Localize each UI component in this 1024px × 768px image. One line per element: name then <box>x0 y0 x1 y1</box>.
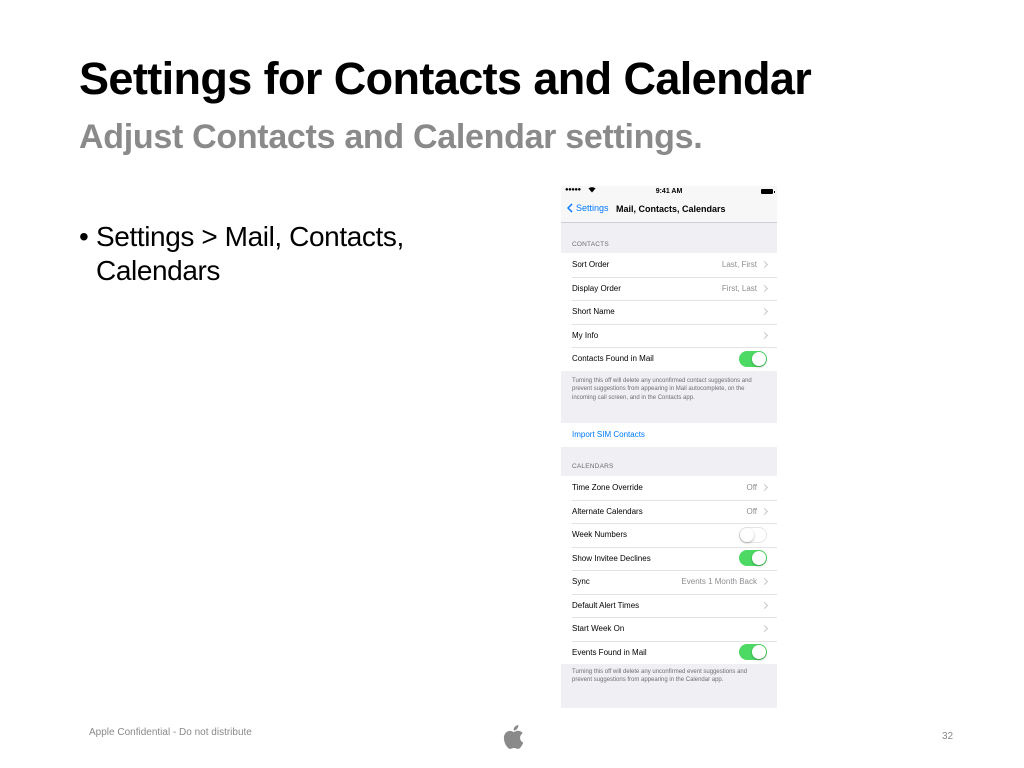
nav-title: Mail, Contacts, Calendars <box>616 204 726 214</box>
row-label: My Info <box>572 330 599 340</box>
bullet-text: Settings > Mail, Contacts, Calendars <box>96 221 404 286</box>
confidential-footer: Apple Confidential - Do not distribute <box>89 727 252 738</box>
bullet-dot: • <box>79 221 89 252</box>
chevron-right-icon <box>760 308 769 316</box>
row-label: Default Alert Times <box>572 600 640 610</box>
row-label: Display Order <box>572 283 621 293</box>
chevron-right-icon <box>760 578 769 586</box>
chevron-right-icon <box>760 625 769 633</box>
slide-subtitle: Adjust Contacts and Calendar settings. <box>79 118 703 156</box>
toggle-knob <box>752 645 766 660</box>
apple-logo-icon <box>503 725 524 749</box>
row-label: Sync <box>572 577 590 587</box>
calendars-group: Time Zone Override Off Alternate Calenda… <box>561 476 777 664</box>
bullet-item: • Settings > Mail, Contacts, Calendars <box>79 220 459 288</box>
row-label: Alternate Calendars <box>572 506 643 516</box>
back-button-label: Settings <box>576 203 609 213</box>
import-group: Import SIM Contacts <box>561 423 777 447</box>
section-header-calendars: CALENDARS <box>572 463 614 470</box>
phone-screenshot: ●●●●● 9:41 AM Settings Mail, Contacts, C… <box>561 186 777 708</box>
chevron-right-icon <box>760 507 769 515</box>
contacts-footnote: Turning this off will delete any unconfi… <box>572 378 752 401</box>
section-header-contacts: CONTACTS <box>572 241 609 248</box>
contacts-group: Sort Order Last, First Display Order Fir… <box>561 253 777 371</box>
events-found-in-mail-toggle[interactable] <box>739 644 767 661</box>
slide-title: Settings for Contacts and Calendar <box>79 53 812 104</box>
toggle-knob <box>740 527 754 542</box>
row-label: Start Week On <box>572 624 625 634</box>
chevron-right-icon <box>760 261 769 269</box>
row-value: Off <box>746 483 757 493</box>
display-order-row[interactable]: Display Order First, Last <box>561 276 777 301</box>
toggle-knob <box>752 551 766 566</box>
show-invitee-declines-row: Show Invitee Declines <box>561 546 777 571</box>
row-label: Time Zone Override <box>572 483 643 493</box>
row-label: Contacts Found in Mail <box>572 354 654 364</box>
events-found-in-mail-row: Events Found in Mail <box>561 640 777 665</box>
week-numbers-row: Week Numbers <box>561 523 777 547</box>
status-time: 9:41 AM <box>655 188 683 195</box>
chevron-right-icon <box>760 331 769 339</box>
chevron-left-icon <box>567 203 573 213</box>
row-label: Week Numbers <box>572 530 627 540</box>
battery-icon <box>761 189 775 194</box>
sort-order-row[interactable]: Sort Order Last, First <box>561 253 777 277</box>
row-value: Last, First <box>721 260 757 270</box>
row-label: Sort Order <box>572 260 610 270</box>
week-numbers-toggle[interactable] <box>739 526 767 543</box>
page-number: 32 <box>942 731 954 742</box>
default-alert-times-row[interactable]: Default Alert Times <box>561 593 777 618</box>
start-week-on-row[interactable]: Start Week On <box>561 617 777 641</box>
chevron-right-icon <box>760 484 769 492</box>
chevron-right-icon <box>760 284 769 292</box>
row-label: Show Invitee Declines <box>572 553 651 563</box>
back-button[interactable]: Settings <box>567 203 609 213</box>
row-value: Events 1 Month Back <box>681 577 757 587</box>
contacts-found-in-mail-row: Contacts Found in Mail <box>561 347 777 371</box>
row-label: Short Name <box>572 307 615 317</box>
calendars-footnote: Turning this off will delete any unconfi… <box>572 669 748 684</box>
row-value: Off <box>746 506 757 516</box>
import-sim-contacts-row[interactable]: Import SIM Contacts <box>561 423 777 447</box>
sync-row[interactable]: Sync Events 1 Month Back <box>561 570 777 594</box>
toggle-knob <box>752 351 766 366</box>
navigation-bar: Settings Mail, Contacts, Calendars <box>561 198 777 223</box>
time-zone-override-row[interactable]: Time Zone Override Off <box>561 476 777 500</box>
short-name-row[interactable]: Short Name <box>561 300 777 324</box>
show-invitee-declines-toggle[interactable] <box>739 550 767 567</box>
row-value: First, Last <box>721 283 757 293</box>
alternate-calendars-row[interactable]: Alternate Calendars Off <box>561 499 777 524</box>
status-bar: ●●●●● 9:41 AM <box>561 186 777 198</box>
import-sim-contacts-link: Import SIM Contacts <box>572 430 645 440</box>
contacts-found-in-mail-toggle[interactable] <box>739 350 767 367</box>
row-label: Events Found in Mail <box>572 647 647 657</box>
chevron-right-icon <box>760 601 769 609</box>
my-info-row[interactable]: My Info <box>561 323 777 348</box>
